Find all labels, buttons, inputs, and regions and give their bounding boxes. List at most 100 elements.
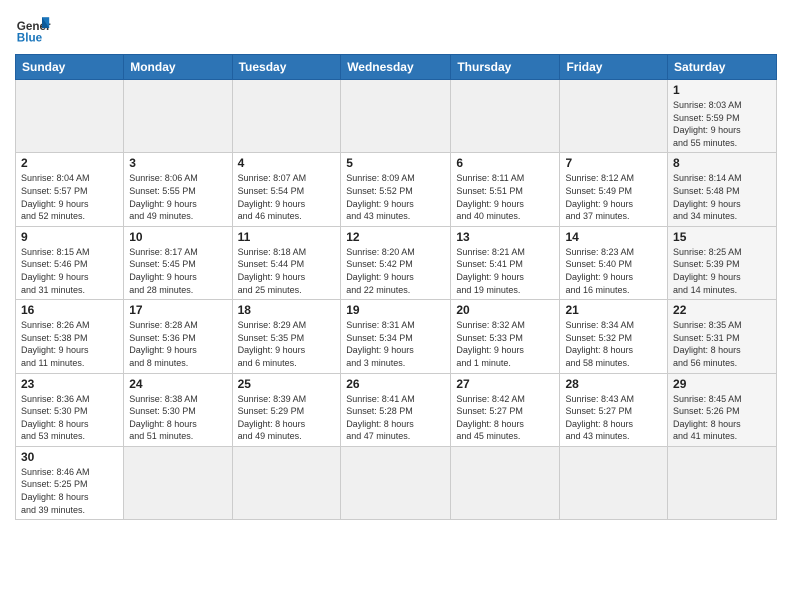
calendar-cell [232,446,341,519]
day-number: 27 [456,377,554,391]
calendar-cell: 4Sunrise: 8:07 AM Sunset: 5:54 PM Daylig… [232,153,341,226]
day-info: Sunrise: 8:43 AM Sunset: 5:27 PM Dayligh… [565,393,662,443]
day-number: 22 [673,303,771,317]
day-info: Sunrise: 8:26 AM Sunset: 5:38 PM Dayligh… [21,319,118,369]
day-info: Sunrise: 8:46 AM Sunset: 5:25 PM Dayligh… [21,466,118,516]
calendar-cell: 10 Sunrise: 8:17 AM Sunset: 5:45 PM Dayli… [124,226,232,299]
calendar-cell: 3 Sunrise: 8:06 AM Sunset: 5:55 PM Daylig… [124,153,232,226]
day-info: Sunrise: 8:14 AM Sunset: 5:48 PM Dayligh… [673,172,771,222]
day-info: Sunrise: 8:23 AM Sunset: 5:40 PM Dayligh… [565,246,662,296]
generalblue-logo-icon: General Blue [15,10,51,46]
page: General Blue SundayMondayTuesdayWednesda… [0,0,792,612]
calendar-cell [124,80,232,153]
calendar-week-6: 30 Sunrise: 8:46 AM Sunset: 5:25 PM Dayli… [16,446,777,519]
calendar-cell: 18 Sunrise: 8:29 AM Sunset: 5:35 PM Dayli… [232,300,341,373]
calendar-cell [560,80,668,153]
calendar-cell: 12 Sunrise: 8:20 AM Sunset: 5:42 PM Dayli… [341,226,451,299]
day-info: Sunrise: 8:12 AM Sunset: 5:49 PM Dayligh… [565,172,662,222]
day-number: 21 [565,303,662,317]
calendar-cell: 25Sunrise: 8:39 AM Sunset: 5:29 PM Dayli… [232,373,341,446]
day-number: 16 [21,303,118,317]
calendar-week-5: 23 Sunrise: 8:36 AM Sunset: 5:30 PM Dayli… [16,373,777,446]
calendar-cell: 13Sunrise: 8:21 AM Sunset: 5:41 PM Dayli… [451,226,560,299]
day-number: 23 [21,377,118,391]
calendar-cell: 22 Sunrise: 8:35 AM Sunset: 5:31 PM Dayli… [668,300,777,373]
calendar-week-1: 1Sunrise: 8:03 AM Sunset: 5:59 PM Daylig… [16,80,777,153]
calendar-week-4: 16 Sunrise: 8:26 AM Sunset: 5:38 PM Dayli… [16,300,777,373]
day-info: Sunrise: 8:18 AM Sunset: 5:44 PM Dayligh… [238,246,336,296]
day-info: Sunrise: 8:34 AM Sunset: 5:32 PM Dayligh… [565,319,662,369]
day-number: 1 [673,83,771,97]
day-number: 7 [565,156,662,170]
day-info: Sunrise: 8:42 AM Sunset: 5:27 PM Dayligh… [456,393,554,443]
calendar-cell: 16 Sunrise: 8:26 AM Sunset: 5:38 PM Dayli… [16,300,124,373]
day-number: 20 [456,303,554,317]
day-number: 12 [346,230,445,244]
day-number: 2 [21,156,118,170]
calendar-cell: 19Sunrise: 8:31 AM Sunset: 5:34 PM Dayli… [341,300,451,373]
day-info: Sunrise: 8:20 AM Sunset: 5:42 PM Dayligh… [346,246,445,296]
calendar-cell: 9 Sunrise: 8:15 AM Sunset: 5:46 PM Daylig… [16,226,124,299]
day-info: Sunrise: 8:35 AM Sunset: 5:31 PM Dayligh… [673,319,771,369]
day-number: 28 [565,377,662,391]
day-info: Sunrise: 8:15 AM Sunset: 5:46 PM Dayligh… [21,246,118,296]
day-info: Sunrise: 8:39 AM Sunset: 5:29 PM Dayligh… [238,393,336,443]
calendar-cell [341,446,451,519]
day-number: 11 [238,230,336,244]
calendar-cell [341,80,451,153]
day-number: 6 [456,156,554,170]
calendar-table: SundayMondayTuesdayWednesdayThursdayFrid… [15,54,777,520]
day-number: 5 [346,156,445,170]
weekday-header-thursday: Thursday [451,55,560,80]
day-info: Sunrise: 8:38 AM Sunset: 5:30 PM Dayligh… [129,393,226,443]
day-number: 14 [565,230,662,244]
day-info: Sunrise: 8:45 AM Sunset: 5:26 PM Dayligh… [673,393,771,443]
calendar-cell: 28 Sunrise: 8:43 AM Sunset: 5:27 PM Dayli… [560,373,668,446]
day-info: Sunrise: 8:06 AM Sunset: 5:55 PM Dayligh… [129,172,226,222]
day-info: Sunrise: 8:07 AM Sunset: 5:54 PM Dayligh… [238,172,336,222]
calendar-week-2: 2 Sunrise: 8:04 AM Sunset: 5:57 PM Daylig… [16,153,777,226]
day-number: 8 [673,156,771,170]
calendar-cell: 27 Sunrise: 8:42 AM Sunset: 5:27 PM Dayli… [451,373,560,446]
calendar-cell [560,446,668,519]
day-info: Sunrise: 8:04 AM Sunset: 5:57 PM Dayligh… [21,172,118,222]
calendar-cell [451,446,560,519]
day-info: Sunrise: 8:21 AM Sunset: 5:41 PM Dayligh… [456,246,554,296]
day-info: Sunrise: 8:25 AM Sunset: 5:39 PM Dayligh… [673,246,771,296]
day-info: Sunrise: 8:11 AM Sunset: 5:51 PM Dayligh… [456,172,554,222]
day-number: 3 [129,156,226,170]
header: General Blue [15,10,777,46]
day-number: 10 [129,230,226,244]
day-number: 24 [129,377,226,391]
day-number: 26 [346,377,445,391]
calendar-cell: 23 Sunrise: 8:36 AM Sunset: 5:30 PM Dayli… [16,373,124,446]
day-info: Sunrise: 8:31 AM Sunset: 5:34 PM Dayligh… [346,319,445,369]
day-number: 30 [21,450,118,464]
logo: General Blue [15,10,51,46]
calendar-cell: 7 Sunrise: 8:12 AM Sunset: 5:49 PM Daylig… [560,153,668,226]
calendar-cell: 21 Sunrise: 8:34 AM Sunset: 5:32 PM Dayli… [560,300,668,373]
day-info: Sunrise: 8:36 AM Sunset: 5:30 PM Dayligh… [21,393,118,443]
day-info: Sunrise: 8:41 AM Sunset: 5:28 PM Dayligh… [346,393,445,443]
calendar-cell: 29Sunrise: 8:45 AM Sunset: 5:26 PM Dayli… [668,373,777,446]
calendar-cell [124,446,232,519]
day-info: Sunrise: 8:32 AM Sunset: 5:33 PM Dayligh… [456,319,554,369]
svg-text:Blue: Blue [17,32,43,45]
day-number: 15 [673,230,771,244]
calendar-cell [232,80,341,153]
calendar-cell: 8 Sunrise: 8:14 AM Sunset: 5:48 PM Daylig… [668,153,777,226]
day-info: Sunrise: 8:17 AM Sunset: 5:45 PM Dayligh… [129,246,226,296]
weekday-header-row: SundayMondayTuesdayWednesdayThursdayFrid… [16,55,777,80]
calendar-cell: 24 Sunrise: 8:38 AM Sunset: 5:30 PM Dayli… [124,373,232,446]
day-info: Sunrise: 8:29 AM Sunset: 5:35 PM Dayligh… [238,319,336,369]
calendar-cell: 20 Sunrise: 8:32 AM Sunset: 5:33 PM Dayli… [451,300,560,373]
weekday-header-wednesday: Wednesday [341,55,451,80]
calendar-week-3: 9 Sunrise: 8:15 AM Sunset: 5:46 PM Daylig… [16,226,777,299]
calendar-cell: 17Sunrise: 8:28 AM Sunset: 5:36 PM Dayli… [124,300,232,373]
weekday-header-saturday: Saturday [668,55,777,80]
calendar-cell: 6 Sunrise: 8:11 AM Sunset: 5:51 PM Daylig… [451,153,560,226]
calendar-cell: 26 Sunrise: 8:41 AM Sunset: 5:28 PM Dayli… [341,373,451,446]
day-number: 9 [21,230,118,244]
day-number: 18 [238,303,336,317]
weekday-header-friday: Friday [560,55,668,80]
